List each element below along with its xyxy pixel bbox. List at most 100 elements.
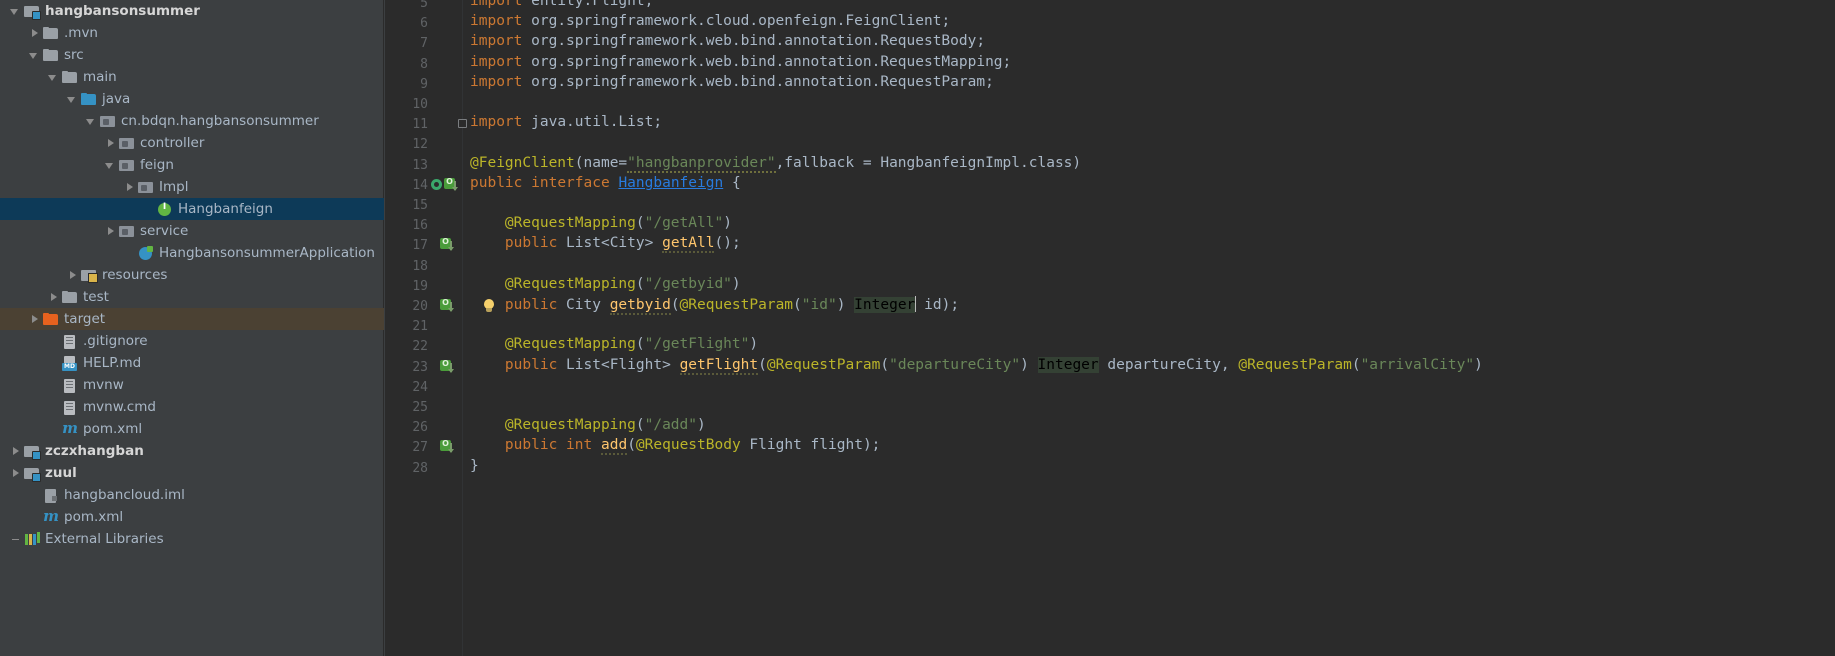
chevron-down-icon[interactable]	[29, 50, 40, 61]
implemented-method-icon-wrapper[interactable]	[440, 237, 454, 252]
tree-item-zuul[interactable]: zuul	[0, 462, 384, 484]
chevron-right-icon[interactable]	[124, 182, 135, 193]
tree-item-label: controller	[140, 135, 205, 151]
chevron-right-icon[interactable]	[29, 28, 40, 39]
implemented-method-icon-wrapper[interactable]	[440, 359, 454, 374]
tree-item-mvn[interactable]: .mvn	[0, 22, 384, 44]
code-line-11[interactable]: import java.util.List;	[470, 114, 662, 130]
lightbulb-icon-wrapper[interactable]	[482, 299, 496, 315]
lightbulb-icon[interactable]	[482, 299, 496, 315]
tree-item-label: hangbansonsummer	[45, 3, 200, 19]
tree-item-help-md[interactable]: HELP.md	[0, 352, 384, 374]
implemented-method-icon-wrapper[interactable]	[440, 439, 454, 454]
tree-item-controller[interactable]: controller	[0, 132, 384, 154]
implemented-method-icon-wrapper[interactable]	[440, 298, 454, 313]
tree-item-zczxhangban[interactable]: zczxhangban	[0, 440, 384, 462]
tree-item-label: resources	[102, 267, 168, 283]
code-line-22[interactable]: @RequestMapping("/getFlight")	[470, 336, 758, 352]
code-line-20[interactable]: public City getbyid(@RequestParam("id") …	[470, 296, 959, 315]
chevron-down-icon[interactable]	[10, 6, 21, 17]
code-line-16[interactable]: @RequestMapping("/getAll")	[470, 215, 732, 231]
code-line-17[interactable]: public List<City> getAll();	[470, 235, 741, 254]
no-expander-icon	[29, 490, 40, 501]
tree-item-hangbansonsummer[interactable]: hangbansonsummer	[0, 0, 384, 22]
gutter-line-number: 5	[420, 0, 428, 11]
project-tool-window[interactable]: hangbansonsummer .mvn src main java cn.bdqn.h…	[0, 0, 384, 656]
chevron-down-icon[interactable]	[48, 72, 59, 83]
tree-item-label: .gitignore	[83, 333, 148, 349]
tree-item-pom-xml[interactable]: pom.xml	[0, 418, 384, 440]
tree-item-label: HELP.md	[83, 355, 142, 371]
tree-item-src[interactable]: src	[0, 44, 384, 66]
tree-item-pom-xml[interactable]: pom.xml	[0, 506, 384, 528]
code-line-7[interactable]: import org.springframework.web.bind.anno…	[470, 33, 985, 49]
code-line-27[interactable]: public int add(@RequestBody Flight fligh…	[470, 437, 880, 456]
code-line-19[interactable]: @RequestMapping("/getbyid")	[470, 276, 741, 292]
chevron-right-icon[interactable]	[105, 138, 116, 149]
chevron-right-icon[interactable]	[10, 468, 21, 479]
tree-item-label: .mvn	[64, 25, 98, 41]
module-folder-icon	[24, 465, 41, 482]
implement-arrow-icon	[452, 180, 457, 191]
gutter-line-number: 10	[412, 97, 428, 112]
tree-item-hangbanfeign[interactable]: Hangbanfeign	[0, 198, 384, 220]
implemented-method-icon[interactable]	[440, 298, 454, 313]
tree-item-test[interactable]: test	[0, 286, 384, 308]
chevron-down-icon[interactable]	[86, 116, 97, 127]
tree-item-hangbansonsummerapplication[interactable]: HangbansonsummerApplication	[0, 242, 384, 264]
code-line-13[interactable]: @FeignClient(name="hangbanprovider",fall…	[470, 154, 1081, 173]
tree-item-main[interactable]: main	[0, 66, 384, 88]
tree-item-impl[interactable]: Impl	[0, 176, 384, 198]
tree-item-label: main	[83, 69, 117, 85]
tree-item-label: service	[140, 223, 189, 239]
tree-item-external-libraries[interactable]: External Libraries	[0, 528, 384, 550]
tree-item-cn-bdqn-hangbansonsummer[interactable]: cn.bdqn.hangbansonsummer	[0, 110, 384, 132]
code-line-8[interactable]: import org.springframework.web.bind.anno…	[470, 54, 1011, 70]
tree-item-label: test	[83, 289, 109, 305]
spring-bean-icon-wrapper[interactable]	[430, 178, 444, 192]
chevron-right-icon[interactable]	[29, 314, 40, 325]
code-fold-marker[interactable]	[458, 119, 467, 129]
code-line-9[interactable]: import org.springframework.web.bind.anno…	[470, 74, 994, 90]
source-root-folder-icon	[81, 91, 97, 107]
implemented-method-icon[interactable]	[440, 237, 454, 252]
tree-item-feign[interactable]: feign	[0, 154, 384, 176]
code-line-14[interactable]: public interface Hangbanfeign {	[470, 175, 741, 191]
tree-item-gitignore[interactable]: .gitignore	[0, 330, 384, 352]
code-line-5[interactable]: import entity.Flight;	[470, 0, 653, 9]
chevron-right-icon[interactable]	[10, 446, 21, 457]
implemented-method-icon[interactable]	[440, 359, 454, 374]
gutter-line-number: 23	[412, 359, 428, 375]
tree-item-hangbancloud-iml[interactable]: hangbancloud.iml	[0, 484, 384, 506]
ide-window: hangbansonsummer .mvn src main java cn.bdqn.h…	[0, 0, 1835, 656]
chevron-down-icon[interactable]	[105, 160, 116, 171]
code-folding-column[interactable]	[462, 0, 463, 656]
tree-item-java[interactable]: java	[0, 88, 384, 110]
gutter-line-number: 22	[412, 339, 428, 355]
code-line-26[interactable]: @RequestMapping("/add")	[470, 417, 706, 433]
gutter-line-number: 12	[412, 137, 428, 153]
code-editor[interactable]: 5 import entity.Flight; 6 import org.spring…	[384, 0, 1835, 656]
tree-item-mvnw[interactable]: mvnw	[0, 374, 384, 396]
code-line-23[interactable]: public List<Flight> getFlight(@RequestPa…	[470, 356, 1483, 375]
chevron-right-icon[interactable]	[48, 292, 59, 303]
chevron-down-icon[interactable]	[67, 94, 78, 105]
implemented-method-icon[interactable]	[440, 439, 454, 454]
spring-bean-icon[interactable]	[430, 178, 444, 192]
implemented-method-icon-wrapper[interactable]	[444, 177, 458, 192]
code-line-28[interactable]: }	[470, 458, 479, 474]
gutter-line-number: 21	[412, 319, 428, 335]
gutter-line-number: 14	[412, 177, 428, 193]
no-expander-icon	[48, 358, 59, 369]
gutter-line-number: 6	[420, 16, 428, 32]
folder-icon	[62, 289, 78, 305]
chevron-right-icon[interactable]	[67, 270, 78, 281]
implemented-method-icon[interactable]	[444, 177, 458, 192]
gutter-line-number: 8	[420, 56, 428, 72]
tree-item-resources[interactable]: resources	[0, 264, 384, 286]
tree-item-service[interactable]: service	[0, 220, 384, 242]
tree-item-mvnw-cmd[interactable]: mvnw.cmd	[0, 396, 384, 418]
code-line-6[interactable]: import org.springframework.cloud.openfei…	[470, 13, 950, 29]
tree-item-target[interactable]: target	[0, 308, 384, 330]
chevron-right-icon[interactable]	[105, 226, 116, 237]
